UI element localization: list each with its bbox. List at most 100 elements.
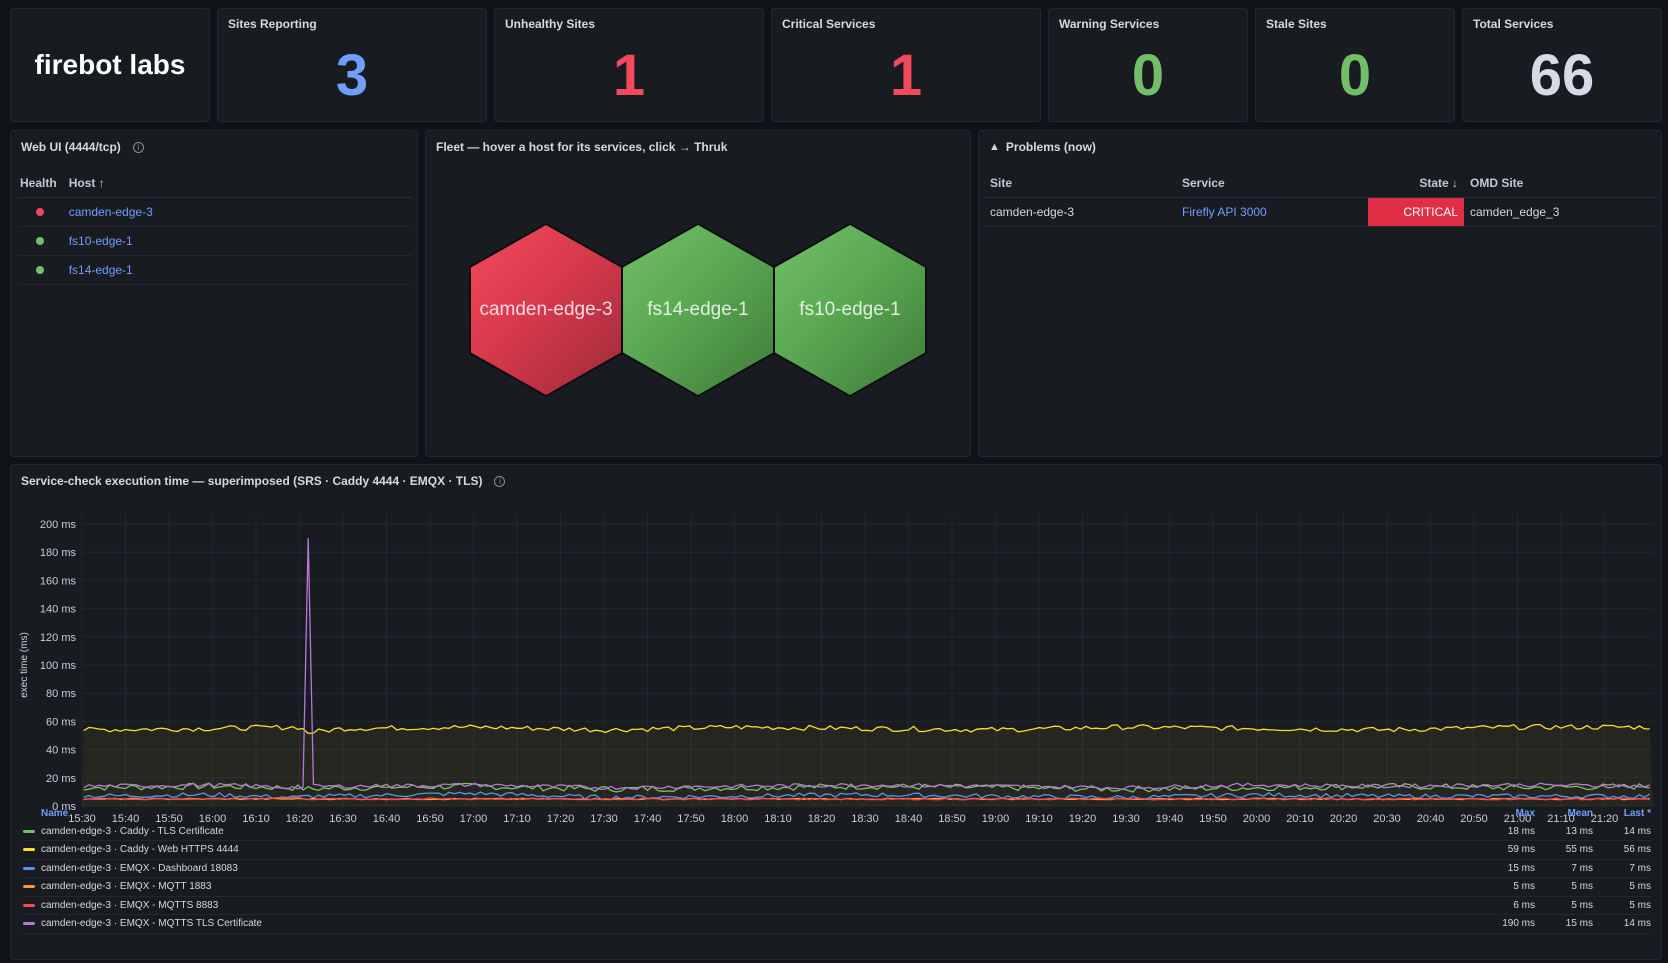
y-tick-label: 20 ms [46, 773, 76, 785]
legend-name: camden-edge-3 · Caddy - Web HTTPS 4444 [41, 844, 239, 855]
hex-fs10-edge-1[interactable]: fs10-edge-1 [775, 225, 925, 395]
y-tick-label: 200 ms [40, 519, 77, 531]
legend-item[interactable]: camden-edge-3 · EMQX - Dashboard 18083 15… [21, 859, 1651, 878]
status-dot [36, 236, 45, 245]
stat-value: 0 [1131, 43, 1165, 108]
stat-unhealthy-sites[interactable]: Unhealthy Sites 1 [494, 8, 764, 122]
problems-table: Site Service State ↓ OMD Site camden-edg… [984, 169, 1658, 227]
webui-title: Web UI (4444/tcp) [21, 140, 121, 154]
stat-title: Total Services [1473, 17, 1554, 31]
webui-panel: Web UI (4444/tcp) i Health Host ↑ camden… [10, 130, 418, 457]
host-link[interactable]: fs14-edge-1 [62, 255, 412, 285]
y-tick-label: 80 ms [46, 688, 76, 700]
legend-col-max[interactable]: Max [1477, 808, 1535, 819]
stat-warning-services[interactable]: Warning Services 0 [1048, 8, 1248, 122]
series-swatch [23, 903, 35, 907]
timeseries-panel: Service-check execution time — superimpo… [10, 464, 1662, 960]
timeseries-chart[interactable]: 0 ms20 ms40 ms60 ms80 ms100 ms120 ms140 … [11, 465, 1663, 845]
stat-stale-sites[interactable]: Stale Sites 0 [1255, 8, 1455, 122]
series-swatch [23, 829, 35, 833]
stat-title: Stale Sites [1266, 17, 1327, 31]
problems-title: Problems (now) [1005, 140, 1096, 154]
problems-panel: ▲ Problems (now) Site Service State ↓ OM… [978, 130, 1662, 457]
legend-col-name[interactable]: Name [21, 808, 1477, 819]
col-state[interactable]: State ↓ [1368, 169, 1464, 198]
legend-item[interactable]: camden-edge-3 · EMQX - MQTT 1883 5 ms 5 ms… [21, 878, 1651, 897]
legend-header: Name Max Mean Last * [21, 804, 1651, 822]
col-health[interactable]: Health [18, 169, 63, 198]
stat-title: Unhealthy Sites [505, 17, 596, 31]
table-row[interactable]: camden-edge-3 [18, 197, 412, 227]
series-swatch [23, 848, 35, 851]
panel-title: Web UI (4444/tcp) i [21, 140, 144, 154]
legend-item[interactable]: camden-edge-3 · EMQX - MQTTS TLS Certifi… [21, 915, 1651, 934]
info-icon[interactable]: i [132, 141, 144, 153]
legend-item[interactable]: camden-edge-3 · EMQX - MQTTS 8883 6 ms 5 m… [21, 896, 1651, 915]
legend-name: camden-edge-3 · EMQX - MQTTS TLS Certifi… [41, 918, 262, 929]
legend-name: camden-edge-3 · EMQX - MQTTS 8883 [41, 899, 219, 911]
state-badge: CRITICAL [1368, 197, 1464, 227]
hex-label: fs10-edge-1 [799, 299, 901, 320]
y-tick-label: 140 ms [40, 604, 77, 616]
stat-value: 66 [1529, 43, 1595, 108]
stat-title: Sites Reporting [228, 17, 317, 31]
stat-value: 0 [1338, 43, 1372, 108]
legend-last: 7 ms [1629, 862, 1651, 874]
hex-label: fs14-edge-1 [647, 299, 749, 320]
stat-total-services[interactable]: Total Services 66 [1462, 8, 1662, 122]
site-cell: camden-edge-3 [984, 197, 1176, 227]
stat-sites-reporting[interactable]: Sites Reporting 3 [217, 8, 487, 122]
legend-last: 14 ms [1623, 825, 1651, 837]
legend-name: camden-edge-3 · EMQX - Dashboard 18083 [41, 862, 238, 874]
series-swatch [23, 922, 35, 925]
legend-mean: 15 ms [1565, 918, 1593, 929]
y-tick-label: 60 ms [46, 716, 76, 728]
legend-col-last[interactable]: Last * [1593, 808, 1651, 819]
legend-name: camden-edge-3 · EMQX - MQTT 1883 [41, 881, 212, 892]
host-link[interactable]: fs10-edge-1 [62, 226, 412, 256]
y-tick-label: 100 ms [40, 660, 77, 672]
host-link[interactable]: camden-edge-3 [62, 197, 412, 227]
y-tick-label: 180 ms [40, 547, 77, 559]
col-service[interactable]: Service [1176, 169, 1368, 198]
col-site[interactable]: Site [984, 169, 1176, 198]
legend-item[interactable]: camden-edge-3 · Caddy - Web HTTPS 4444 59… [21, 841, 1651, 860]
status-dot [36, 207, 45, 216]
series-swatch [23, 866, 35, 870]
legend-last: 56 ms [1623, 844, 1651, 855]
legend-last: 5 ms [1629, 899, 1651, 911]
hex-camden-edge-3[interactable]: camden-edge-3 [471, 225, 621, 395]
hex-fs14-edge-1[interactable]: fs14-edge-1 [623, 225, 773, 395]
stat-critical-services[interactable]: Critical Services 1 [771, 8, 1041, 122]
stat-value: 1 [612, 43, 646, 108]
legend-max: 18 ms [1507, 825, 1535, 837]
table-row[interactable]: fs14-edge-1 [18, 255, 412, 285]
legend-mean: 7 ms [1571, 862, 1593, 874]
stat-title: Warning Services [1059, 17, 1160, 31]
legend-max: 15 ms [1507, 862, 1535, 874]
legend-max: 6 ms [1513, 899, 1535, 911]
legend-mean: 55 ms [1565, 844, 1593, 855]
y-axis-label: exec time (ms) [19, 632, 30, 698]
legend-item[interactable]: camden-edge-3 · Caddy - TLS Certificate 1… [21, 822, 1651, 841]
table-row[interactable]: camden-edge-3 Firefly API 3000 CRITICAL … [984, 197, 1658, 227]
y-tick-label: 160 ms [40, 575, 77, 587]
series-area [82, 724, 1653, 806]
omd-site-cell: camden_edge_3 [1464, 197, 1658, 227]
hex-label: camden-edge-3 [479, 299, 613, 320]
legend-last: 5 ms [1629, 881, 1651, 892]
legend-max: 59 ms [1507, 844, 1535, 855]
logo-panel: firebot labs [10, 8, 210, 122]
stat-value: 3 [335, 43, 369, 108]
legend-last: 14 ms [1623, 918, 1651, 929]
status-dot [36, 265, 45, 274]
logo-text: firebot labs [34, 49, 186, 80]
table-row[interactable]: fs10-edge-1 [18, 226, 412, 256]
col-host[interactable]: Host ↑ [62, 169, 412, 198]
fleet-panel: Fleet — hover a host for its services, c… [425, 130, 971, 457]
col-omd-site[interactable]: OMD Site [1464, 169, 1658, 198]
service-link[interactable]: Firefly API 3000 [1176, 197, 1368, 227]
y-tick-label: 40 ms [46, 745, 76, 757]
stat-value: 1 [889, 43, 923, 108]
legend-col-mean[interactable]: Mean [1535, 808, 1593, 819]
